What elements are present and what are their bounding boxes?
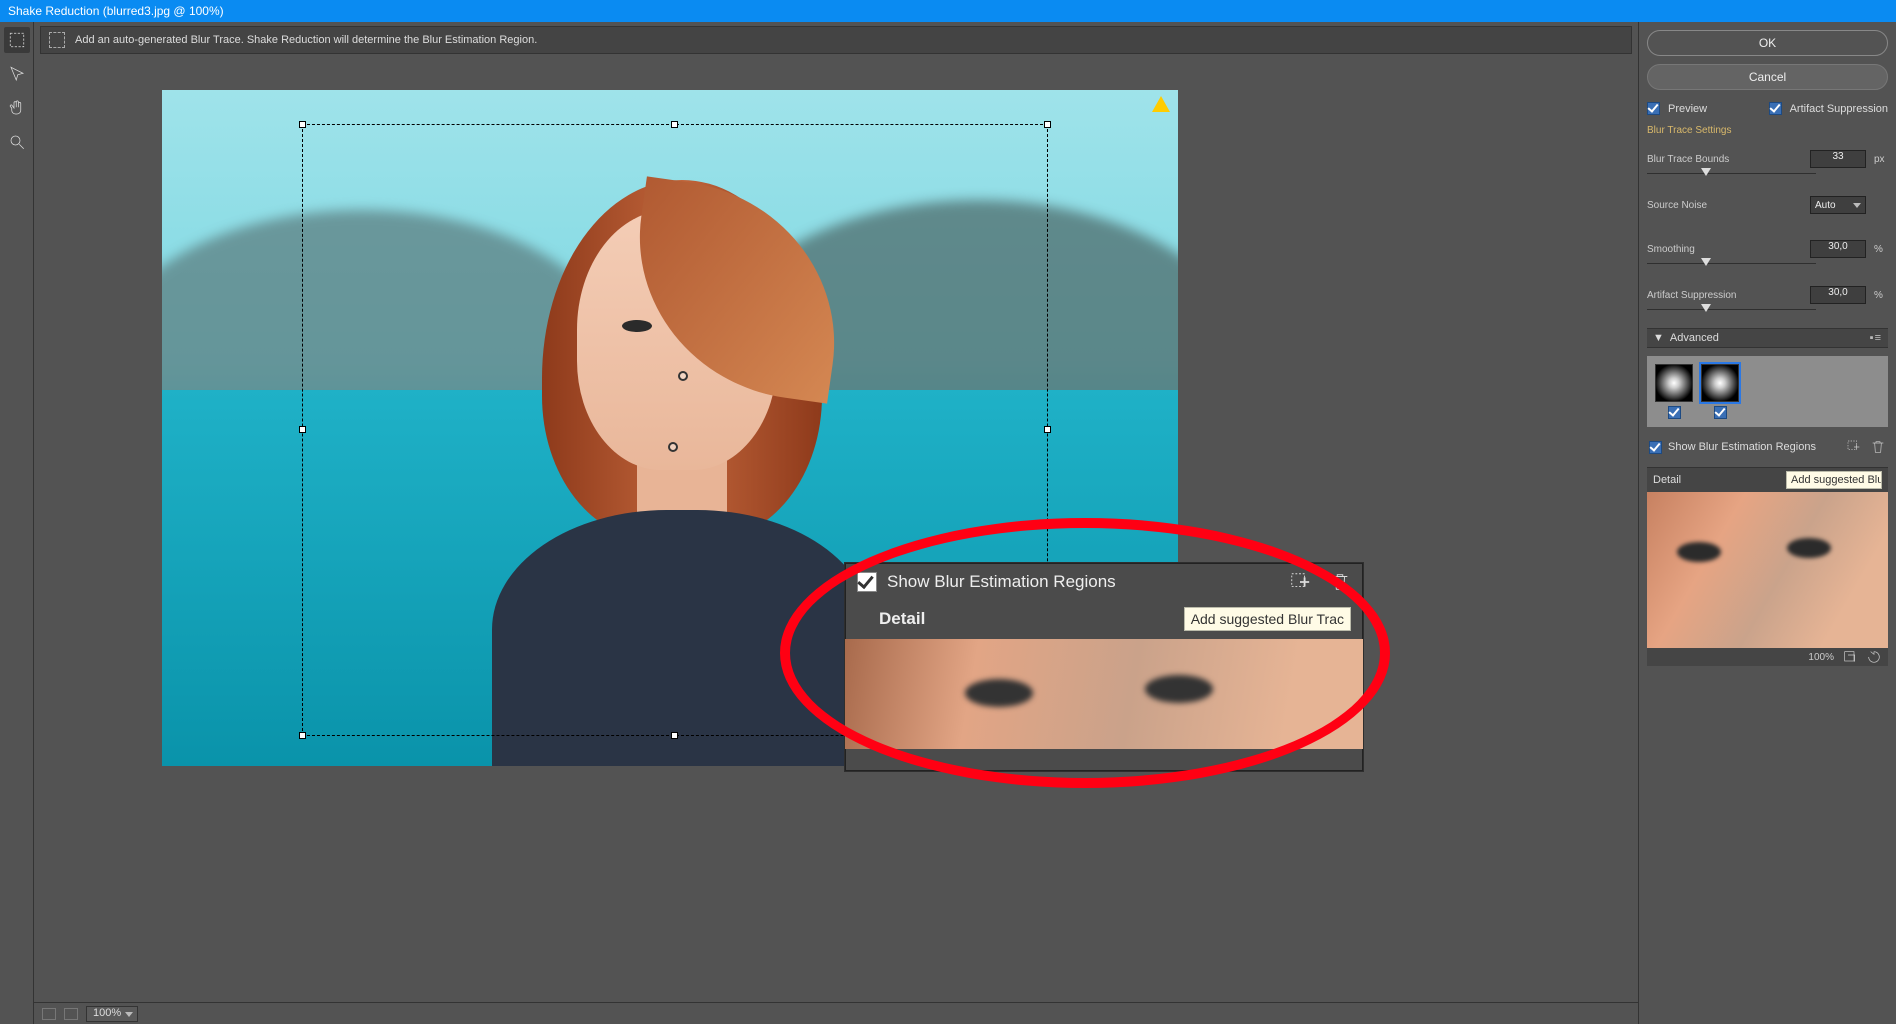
warning-icon: [1152, 96, 1170, 112]
section-blur-trace: Blur Trace Settings: [1647, 123, 1888, 138]
resize-handle[interactable]: [671, 121, 678, 128]
artsup-slider[interactable]: [1647, 306, 1888, 314]
show-regions-label-large: Show Blur Estimation Regions: [887, 572, 1116, 592]
show-regions-label: Show Blur Estimation Regions: [1668, 441, 1816, 453]
blur-trace-thumbnails: [1647, 356, 1888, 427]
detail-label-large: Detail: [879, 609, 925, 629]
add-trace-icon[interactable]: [1289, 571, 1311, 593]
window-titlebar: Shake Reduction (blurred3.jpg @ 100%): [0, 0, 1896, 22]
doc-view-icon[interactable]: [64, 1008, 78, 1020]
artifact-suppression-checkbox[interactable]: [1769, 102, 1782, 115]
detail-zoom: 100%: [1808, 652, 1834, 663]
detail-preview-large: [845, 639, 1363, 749]
trace-enable-checkbox[interactable]: [1668, 406, 1681, 419]
add-trace-icon[interactable]: [1846, 439, 1862, 455]
zoom-select[interactable]: 100%: [86, 1006, 138, 1022]
settings-sidebar: OK Cancel Preview Artifact Suppression B…: [1638, 22, 1896, 1024]
detail-label: Detail: [1653, 474, 1681, 486]
resize-handle[interactable]: [671, 732, 678, 739]
marquee-icon: [49, 32, 65, 48]
marquee-tool[interactable]: [4, 27, 30, 53]
undock-icon[interactable]: [1842, 649, 1858, 665]
preview-label: Preview: [1668, 103, 1707, 115]
resize-handle[interactable]: [299, 732, 306, 739]
panel-menu-icon[interactable]: ▪≡: [1870, 332, 1882, 344]
window-title: Shake Reduction (blurred3.jpg @ 100%): [8, 4, 224, 18]
resize-handle[interactable]: [299, 426, 306, 433]
bounds-slider[interactable]: [1647, 170, 1888, 178]
bounds-label: Blur Trace Bounds: [1647, 154, 1802, 165]
trace-thumbnail[interactable]: [1655, 364, 1693, 402]
callout-panel: Show Blur Estimation Regions Detail Add …: [844, 562, 1364, 772]
artsup-input[interactable]: 30,0: [1810, 286, 1866, 304]
trace-pin[interactable]: [678, 371, 688, 381]
advanced-header[interactable]: ▼ Advanced ▪≡: [1647, 328, 1888, 348]
detail-preview[interactable]: [1647, 492, 1888, 648]
zoom-tool[interactable]: [4, 129, 30, 155]
add-trace-tooltip-large: Add suggested Blur Trac: [1184, 607, 1351, 631]
add-trace-tooltip: Add suggested Blur Trac: [1786, 471, 1882, 489]
hint-bar: Add an auto-generated Blur Trace. Shake …: [40, 26, 1632, 54]
trace-thumbnail[interactable]: [1701, 364, 1739, 402]
status-bar: 100%: [34, 1002, 1638, 1024]
tool-strip: [0, 22, 34, 1024]
hand-tool[interactable]: [4, 95, 30, 121]
source-noise-select[interactable]: Auto: [1810, 196, 1866, 214]
artsup-label: Artifact Suppression: [1647, 290, 1802, 301]
pointer-tool[interactable]: [4, 61, 30, 87]
trash-icon[interactable]: [1329, 571, 1351, 593]
artifact-suppression-label: Artifact Suppression: [1790, 103, 1888, 115]
show-regions-checkbox-large[interactable]: [857, 572, 877, 592]
cancel-button[interactable]: Cancel: [1647, 64, 1888, 90]
smoothing-label: Smoothing: [1647, 244, 1802, 255]
trash-icon[interactable]: [1870, 439, 1886, 455]
smoothing-input[interactable]: 30,0: [1810, 240, 1866, 258]
reset-icon[interactable]: [1866, 649, 1882, 665]
trace-pin[interactable]: [668, 442, 678, 452]
doc-view-icon[interactable]: [42, 1008, 56, 1020]
ok-button[interactable]: OK: [1647, 30, 1888, 56]
trace-enable-checkbox[interactable]: [1714, 406, 1727, 419]
preview-checkbox[interactable]: [1647, 102, 1660, 115]
resize-handle[interactable]: [1044, 121, 1051, 128]
smoothing-slider[interactable]: [1647, 260, 1888, 268]
resize-handle[interactable]: [299, 121, 306, 128]
bounds-input[interactable]: 33: [1810, 150, 1866, 168]
hint-text: Add an auto-generated Blur Trace. Shake …: [75, 34, 537, 46]
resize-handle[interactable]: [1044, 426, 1051, 433]
chevron-down-icon: ▼: [1653, 332, 1664, 344]
source-noise-label: Source Noise: [1647, 200, 1802, 211]
show-regions-checkbox[interactable]: [1649, 441, 1662, 454]
